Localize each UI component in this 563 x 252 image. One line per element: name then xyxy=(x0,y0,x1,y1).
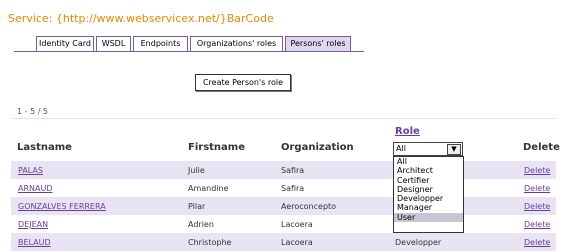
firstname-cell: Amandine xyxy=(188,184,229,193)
service-title: Service: {http://www.webservicex.net/}Ba… xyxy=(8,12,274,25)
role-option-developper[interactable]: Developper xyxy=(394,194,463,203)
delete-link[interactable]: Delete xyxy=(524,220,550,229)
column-header-role-sort-link[interactable]: Role xyxy=(395,126,420,137)
lastname-link[interactable]: GONZALVES FERRERA xyxy=(18,202,106,211)
firstname-cell: Christophe xyxy=(188,238,232,247)
role-option-manager[interactable]: Manager xyxy=(394,203,463,212)
tab-endpoints[interactable]: Endpoints xyxy=(133,36,188,51)
column-header-lastname: Lastname xyxy=(17,142,72,153)
role-filter-selected-value: All xyxy=(396,144,406,153)
table-row: PALAS Julie Safira Delete xyxy=(11,161,556,179)
delete-link[interactable]: Delete xyxy=(524,238,550,247)
role-option-all[interactable]: All xyxy=(394,157,463,166)
tab-bar: Identity Card WSDL Endpoints Organizatio… xyxy=(14,36,364,52)
column-header-firstname: Firstname xyxy=(188,142,245,153)
table-row: GONZALVES FERRERA Pilar Aeroconcepto Del… xyxy=(11,197,556,215)
column-header-delete: Delete xyxy=(523,142,560,153)
lastname-link[interactable]: BELAUD xyxy=(18,238,51,247)
chevron-down-icon[interactable]: ▼ xyxy=(447,144,461,155)
tab-wsdl[interactable]: WSDL xyxy=(96,36,131,51)
tab-persons-roles[interactable]: Persons' roles xyxy=(285,36,351,51)
column-header-organization: Organization xyxy=(281,142,354,153)
role-option-certifier[interactable]: Certifier xyxy=(394,176,463,185)
delete-link[interactable]: Delete xyxy=(524,166,550,175)
organization-cell: Lacoera xyxy=(281,220,313,229)
table-row: DEJEAN Adrien Lacoera Delete xyxy=(11,215,556,233)
table-row: ARNAUD Amandine Safira Delete xyxy=(11,179,556,197)
table-row: BELAUD Christophe Lacoera Developper Del… xyxy=(11,233,556,251)
delete-link[interactable]: Delete xyxy=(524,184,550,193)
organization-cell: Lacoera xyxy=(281,238,313,247)
role-cell: Developper xyxy=(395,238,442,247)
role-filter-dropdown-list: All Architect Certifier Designer Develop… xyxy=(393,156,464,233)
lastname-link[interactable]: DEJEAN xyxy=(18,220,48,229)
delete-link[interactable]: Delete xyxy=(524,202,550,211)
role-option-architect[interactable]: Architect xyxy=(394,166,463,175)
create-persons-role-button[interactable]: Create Person's role xyxy=(195,74,291,91)
firstname-cell: Julie xyxy=(188,166,205,175)
divider xyxy=(11,118,556,119)
firstname-cell: Adrien xyxy=(188,220,214,229)
role-option-user[interactable]: User xyxy=(394,212,463,223)
tab-organizations-roles[interactable]: Organizations' roles xyxy=(190,36,283,51)
organization-cell: Safira xyxy=(281,184,305,193)
lastname-link[interactable]: PALAS xyxy=(18,166,43,175)
tab-identity-card[interactable]: Identity Card xyxy=(36,36,94,51)
role-option-designer[interactable]: Designer xyxy=(394,185,463,194)
organization-cell: Safira xyxy=(281,166,305,175)
role-filter-select[interactable]: All ▼ xyxy=(393,142,463,156)
firstname-cell: Pilar xyxy=(188,202,206,211)
organization-cell: Aeroconcepto xyxy=(281,202,337,211)
pagination-range: 1 - 5 / 5 xyxy=(17,107,49,116)
lastname-link[interactable]: ARNAUD xyxy=(18,184,53,193)
